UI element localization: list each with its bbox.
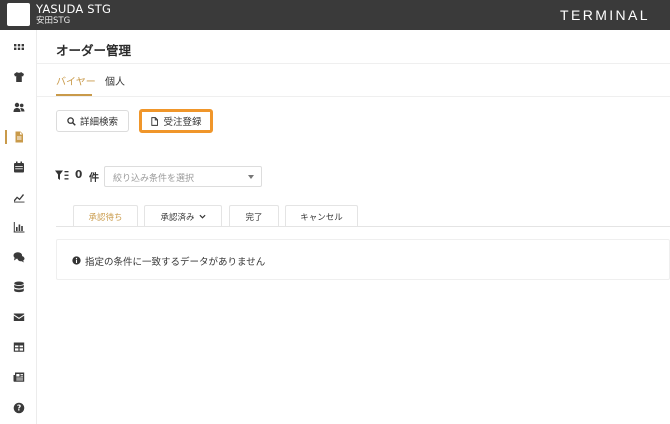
tab-cancelled[interactable]: キャンセル	[285, 205, 358, 227]
sidebar-item-reports[interactable]	[0, 212, 37, 242]
svg-text:?: ?	[16, 404, 20, 413]
empty-state-panel: 指定の条件に一致するデータがありません	[56, 239, 670, 280]
sidebar-item-database[interactable]	[0, 272, 37, 302]
sidebar-item-help[interactable]: ?	[0, 393, 37, 423]
sidebar-item-analytics[interactable]	[0, 182, 37, 212]
sidebar-item-messages[interactable]	[0, 242, 37, 272]
file-icon	[151, 116, 159, 126]
sidebar-item-news[interactable]	[0, 362, 37, 392]
grid-icon	[13, 44, 24, 50]
database-icon	[13, 281, 24, 293]
sidebar-item-products[interactable]	[0, 62, 37, 92]
sidebar-item-customers[interactable]	[0, 92, 37, 122]
divider	[37, 63, 670, 64]
result-count: 0	[75, 169, 83, 181]
tab-approved[interactable]: 承認済み	[144, 205, 222, 227]
divider	[37, 96, 670, 97]
tab-completed[interactable]: 完了	[229, 205, 279, 227]
info-icon	[72, 256, 81, 265]
advanced-search-label: 詳細検索	[79, 117, 118, 128]
envelope-icon	[13, 313, 24, 321]
sidebar-item-calendar[interactable]	[0, 152, 37, 182]
chevron-down-icon	[198, 214, 206, 219]
tab-pending-approval-label: 承認待ち	[88, 212, 123, 223]
tabs-baseline	[56, 226, 670, 227]
bar-chart-icon	[13, 222, 24, 233]
tab-cancelled-label: キャンセル	[300, 212, 343, 223]
order-register-label: 受注登録	[163, 117, 202, 128]
tab-buyer[interactable]: バイヤー	[56, 73, 96, 88]
tab-completed-label: 完了	[245, 212, 263, 223]
tab-individual[interactable]: 個人	[105, 73, 125, 88]
company-logo[interactable]	[7, 3, 30, 26]
trend-chart-icon	[13, 194, 24, 203]
tab-approved-label: 承認済み	[160, 212, 195, 223]
sidebar-item-orders[interactable]	[0, 122, 37, 152]
tshirt-icon	[13, 72, 24, 82]
tab-pending-approval[interactable]: 承認待ち	[73, 205, 138, 227]
calendar-icon	[13, 161, 24, 173]
sidebar-item-tables[interactable]	[0, 332, 37, 362]
filter-select-placeholder: 絞り込み条件を選択	[113, 174, 195, 184]
filter-condition-select[interactable]: 絞り込み条件を選択	[104, 166, 262, 187]
order-register-button[interactable]: 受注登録	[139, 109, 213, 133]
sidebar-item-dashboard[interactable]	[0, 32, 37, 62]
company-sub-name: 安田STG	[36, 16, 71, 26]
newspaper-icon	[13, 372, 24, 382]
sidebar-item-mail[interactable]	[0, 302, 37, 332]
help-icon: ?	[13, 402, 24, 414]
empty-state-message: 指定の条件に一致するデータがありません	[85, 257, 266, 268]
brand-logo-text[interactable]: TERMINAL	[560, 7, 650, 23]
search-icon	[67, 116, 76, 126]
sidebar: ?	[0, 30, 37, 424]
company-name: YASUDA STG	[36, 2, 112, 16]
document-icon	[15, 131, 23, 143]
caret-down-icon	[248, 175, 254, 179]
advanced-search-button[interactable]: 詳細検索	[56, 110, 129, 132]
chat-icon	[13, 252, 24, 263]
users-icon	[13, 102, 24, 112]
table-icon	[13, 342, 24, 352]
top-bar: YASUDA STG 安田STG TERMINAL	[0, 0, 670, 30]
filter-icon[interactable]	[55, 170, 69, 181]
page-title: オーダー管理	[56, 43, 132, 58]
result-count-unit: 件	[89, 173, 99, 184]
